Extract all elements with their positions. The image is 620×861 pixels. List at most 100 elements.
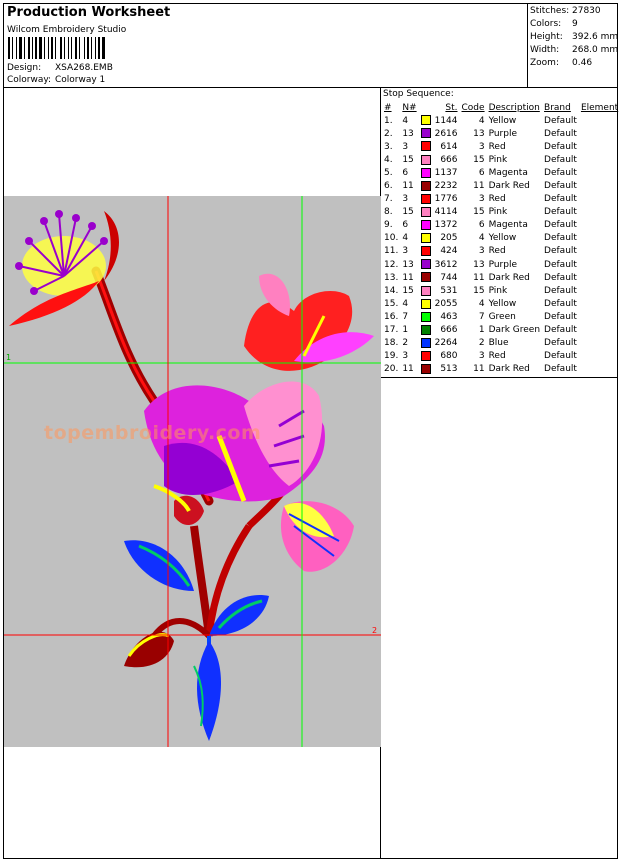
row-needle: 13	[402, 128, 414, 139]
row-element	[579, 363, 620, 376]
row-swatch	[419, 324, 433, 337]
color-swatch	[420, 220, 431, 231]
row-code: 2	[478, 338, 485, 349]
row-element	[579, 193, 620, 206]
row-index: 18.	[384, 338, 399, 349]
row-stitches: 2616	[434, 128, 458, 139]
row-brand: Default	[544, 325, 577, 336]
row-element	[579, 114, 620, 127]
row-brand: Default	[544, 311, 577, 322]
stat-value: 9	[572, 19, 578, 29]
row-swatch	[419, 219, 433, 232]
row-stitches: 2055	[434, 298, 458, 309]
design-stats: Stitches: 27830 Colors: 9 Height: 392.6 mm …	[528, 4, 618, 88]
row-description: Red	[488, 194, 506, 205]
row-swatch	[419, 193, 433, 206]
row-stitches: 1144	[434, 115, 458, 126]
color-swatch	[420, 311, 431, 322]
row-element	[579, 179, 620, 192]
row-index: 15.	[384, 298, 399, 309]
color-swatch	[420, 154, 431, 165]
color-swatch	[420, 298, 431, 309]
col-brand: Brand	[544, 102, 571, 113]
design-filename: XSA268.EMB	[55, 63, 113, 73]
row-swatch	[419, 350, 433, 363]
row-element	[579, 284, 620, 297]
row-brand: Default	[544, 181, 577, 192]
row-stitches: 666	[440, 154, 458, 165]
col-swatch	[419, 101, 433, 114]
row-needle: 2	[402, 338, 409, 349]
row-needle: 4	[402, 233, 409, 244]
col-element: Element	[580, 102, 619, 113]
row-needle: 3	[402, 141, 409, 152]
row-code: 11	[473, 272, 485, 283]
row-brand: Default	[544, 207, 577, 218]
stat-height: Height: 392.6 mm	[530, 32, 618, 42]
color-swatch	[420, 259, 431, 270]
row-description: Red	[488, 351, 506, 362]
row-index: 6.	[384, 181, 393, 192]
row-code: 4	[478, 298, 485, 309]
row-code: 15	[473, 154, 485, 165]
table-row: 19. 3 680 3 Red Default	[382, 350, 620, 363]
barcode	[8, 37, 105, 59]
row-code: 3	[478, 194, 485, 205]
row-brand: Default	[544, 194, 577, 205]
row-code: 13	[473, 259, 485, 270]
row-element	[579, 153, 620, 166]
row-swatch	[419, 179, 433, 192]
row-index: 17.	[384, 325, 399, 336]
header-info: Production Worksheet Wilcom Embroidery S…	[4, 4, 528, 88]
row-stitches: 1776	[434, 194, 458, 205]
colorway-label: Colorway:	[7, 75, 52, 85]
table-row: 12. 13 3612 13 Purple Default	[382, 258, 620, 271]
row-stitches: 513	[440, 364, 458, 375]
row-index: 20.	[384, 364, 399, 375]
row-stitches: 205	[440, 233, 458, 244]
stat-value: 0.46	[572, 58, 593, 68]
row-description: Dark Red	[488, 272, 530, 283]
row-brand: Default	[544, 285, 577, 296]
row-stitches: 531	[440, 285, 458, 296]
design-preview: 1 2 topembroidery.com	[4, 196, 381, 747]
row-swatch	[419, 284, 433, 297]
row-index: 10.	[384, 233, 399, 244]
row-needle: 6	[402, 220, 409, 231]
stop-sequence-panel: Stop Sequence: # N# St. Code Description…	[381, 88, 620, 378]
color-swatch	[420, 233, 431, 244]
row-needle: 15	[402, 285, 414, 296]
color-swatch	[420, 246, 431, 257]
row-swatch	[419, 166, 433, 179]
row-swatch	[419, 297, 433, 310]
table-row: 14. 15 531 15 Pink Default	[382, 284, 620, 297]
row-brand: Default	[544, 115, 577, 126]
row-element	[579, 206, 620, 219]
row-swatch	[419, 140, 433, 153]
row-code: 11	[473, 181, 485, 192]
row-swatch	[419, 337, 433, 350]
row-index: 3.	[384, 141, 393, 152]
row-stitches: 2264	[434, 338, 458, 349]
row-swatch	[419, 258, 433, 271]
row-index: 5.	[384, 167, 393, 178]
guide-label-1: 1	[6, 353, 11, 362]
stat-label: Zoom:	[530, 58, 559, 68]
table-row: 9. 6 1372 6 Magenta Default	[382, 219, 620, 232]
color-swatch	[420, 364, 431, 375]
row-needle: 11	[402, 364, 414, 375]
col-code: Code	[461, 102, 485, 113]
row-code: 11	[473, 364, 485, 375]
row-description: Dark Green	[488, 325, 541, 336]
row-description: Dark Red	[488, 364, 530, 375]
table-row: 3. 3 614 3 Red Default	[382, 140, 620, 153]
row-needle: 4	[402, 115, 409, 126]
row-index: 8.	[384, 207, 393, 218]
row-swatch	[419, 114, 433, 127]
row-needle: 15	[402, 207, 414, 218]
row-swatch	[419, 245, 433, 258]
row-needle: 11	[402, 272, 414, 283]
watermark: topembroidery.com	[44, 422, 262, 444]
row-index: 4.	[384, 154, 393, 165]
design-row: Design: XSA268.EMB	[7, 63, 113, 73]
